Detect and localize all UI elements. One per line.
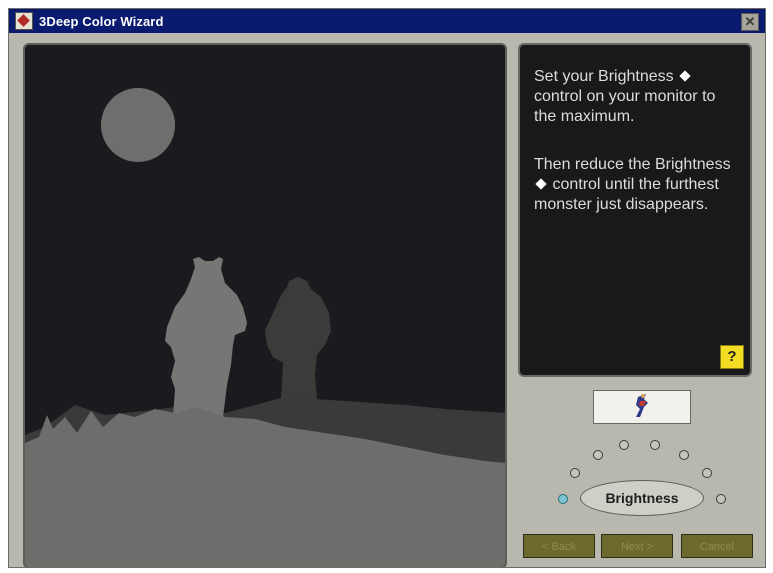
- title-bar: 3Deep Color Wizard ✕: [9, 9, 765, 33]
- window-title: 3Deep Color Wizard: [39, 13, 164, 29]
- wizard-mascot-icon: [636, 394, 648, 417]
- knob-4[interactable]: [619, 440, 629, 450]
- step1-text-a: Set your Brightness: [534, 68, 674, 85]
- instruction-step-2: Then reduce the Brightness control until…: [520, 155, 750, 215]
- app-logo-icon: [15, 12, 33, 30]
- test-scene: [23, 43, 507, 567]
- help-button[interactable]: ?: [720, 345, 744, 369]
- step2-text-a: Then reduce the Brightness: [534, 156, 731, 173]
- cancel-button[interactable]: Cancel: [681, 534, 753, 558]
- far-monster: [265, 277, 331, 400]
- instructions-panel: Set your Brightness control on your moni…: [518, 43, 752, 377]
- knob-7[interactable]: [702, 468, 712, 478]
- close-button[interactable]: ✕: [741, 13, 759, 31]
- knob-1[interactable]: [558, 494, 568, 504]
- wizard-window: 3Deep Color Wizard ✕ Set your Brightness…: [8, 8, 766, 568]
- monitor-preview: [593, 390, 691, 424]
- moon: [101, 88, 175, 162]
- next-button[interactable]: Next >: [601, 534, 673, 558]
- brightness-symbol-icon: [679, 70, 691, 82]
- knob-3[interactable]: [593, 450, 603, 460]
- brightness-control[interactable]: Brightness: [580, 480, 704, 516]
- knob-2[interactable]: [570, 468, 580, 478]
- brightness-label: Brightness: [605, 490, 679, 506]
- back-button[interactable]: < Back: [523, 534, 595, 558]
- step1-text-b: control on your monitor to the maximum.: [534, 88, 716, 125]
- instruction-step-1: Set your Brightness control on your moni…: [520, 67, 750, 127]
- near-monster: [165, 257, 247, 417]
- knob-6[interactable]: [679, 450, 689, 460]
- knob-8[interactable]: [716, 494, 726, 504]
- brightness-symbol-icon: [535, 178, 547, 190]
- step2-text-b: control until the furthest monster just …: [534, 176, 719, 213]
- knob-5[interactable]: [650, 440, 660, 450]
